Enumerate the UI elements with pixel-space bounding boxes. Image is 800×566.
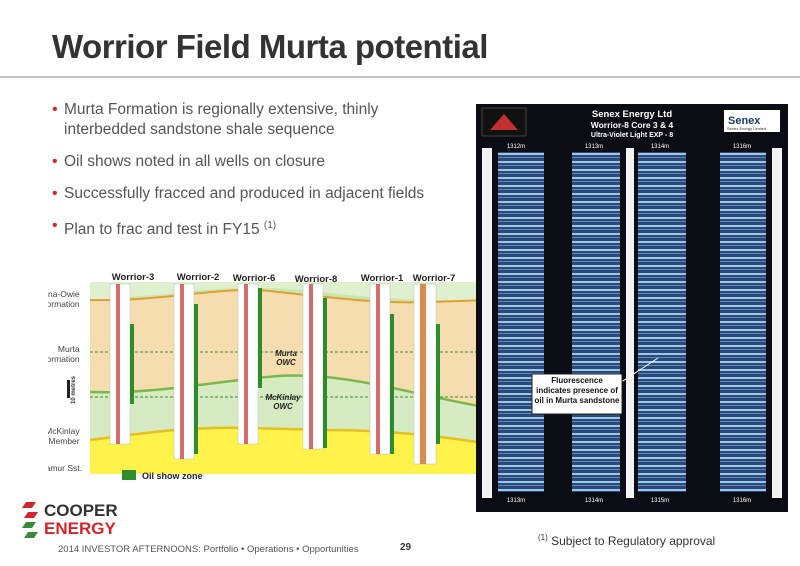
bullet-dot-icon: • [52,101,58,118]
svg-text:Senex Energy Limited: Senex Energy Limited [727,126,766,131]
svg-text:OWC: OWC [273,402,293,411]
well-label: Worrior-6 [233,273,276,284]
depth-label: 1316m [733,144,751,150]
depth-label: 1312m [507,144,525,150]
legend-swatch [122,470,136,480]
depth-label: 1314m [651,144,669,150]
depth-label: 1313m [585,144,603,150]
scale-bar [67,380,70,398]
core-company: Senex Energy Ltd [592,109,672,120]
depth-ruler [772,148,782,498]
depth-ruler [482,148,492,498]
core-subtitle: Worrior-8 Core 3 & 4 [591,120,674,130]
depth-label: 1313m [507,498,525,504]
core-light: Ultra-Violet Light EXP - 8 [591,132,673,139]
formation-label-cadna: Cadna-Owie [48,289,80,299]
callout-text: Fluorescence indicates presence of oil i… [534,376,620,405]
page-number: 29 [400,542,412,553]
bullet-item: • Successfully fracced and produced in ad… [52,185,425,202]
mckinlay-owc-label: McKinlay [265,393,301,402]
core-column [572,152,620,492]
legend-label: Oil show zone [142,471,203,481]
depth-label: 1314m [585,498,603,504]
bullet-dot-icon: • [52,217,58,234]
page-title: Worrior Field Murta potential [52,28,488,65]
footnote-ref: (1) [263,220,277,231]
bullet-item: • Murta Formation is regionally extensive… [52,101,379,138]
cooper-logo-icon [22,502,38,538]
core-column [498,152,544,492]
formation-label-mckinlay: McKinlay [48,426,80,436]
murta-owc-label: Murta [275,349,297,358]
core-column [720,152,766,492]
core-column [638,152,686,492]
svg-text:OWC: OWC [276,358,296,367]
footnote: (1) Subject to Regulatory approval [538,533,716,548]
depth-label: 1315m [651,498,669,504]
bullet-dot-icon: • [52,185,58,202]
bullet-list: • Murta Formation is regionally extensive… [52,100,452,252]
formation-label-murta: Murta [58,344,80,354]
footer-text: 2014 INVESTOR AFTERNOONS: Portfolio • Op… [58,544,359,555]
well-label: Worrior-1 [361,273,404,284]
bullet-item: • Plan to frac and test in FY15 (1) [52,217,277,239]
cross-section-diagram: Cadna-Owie Formation Murta Formation McK… [48,272,490,481]
depth-label: 1316m [733,498,751,504]
title-divider [0,76,800,78]
scale-label: 10 metres [71,375,77,404]
well-label: Worrior-7 [413,273,456,284]
logo-text-energy: ENERGY [44,519,116,538]
bullet-dot-icon: • [52,153,58,170]
logo-text-cooper: COOPER [44,501,118,520]
well-label: Worrior-3 [112,272,155,283]
core-photo: Senex Senex Energy Limited Senex Energy … [476,104,788,512]
formation-label-namur: Namur Sst. [48,463,82,473]
bullet-item: • Oil shows noted in all wells on closure [52,153,326,170]
core-photo-graphic: Senex Senex Energy Limited Senex Energy … [476,104,788,512]
cooper-energy-logo: COOPER ENERGY [22,501,118,538]
well-label: Worrior-8 [295,274,338,285]
well-label: Worrior-2 [177,272,220,283]
depth-ruler [626,148,634,498]
